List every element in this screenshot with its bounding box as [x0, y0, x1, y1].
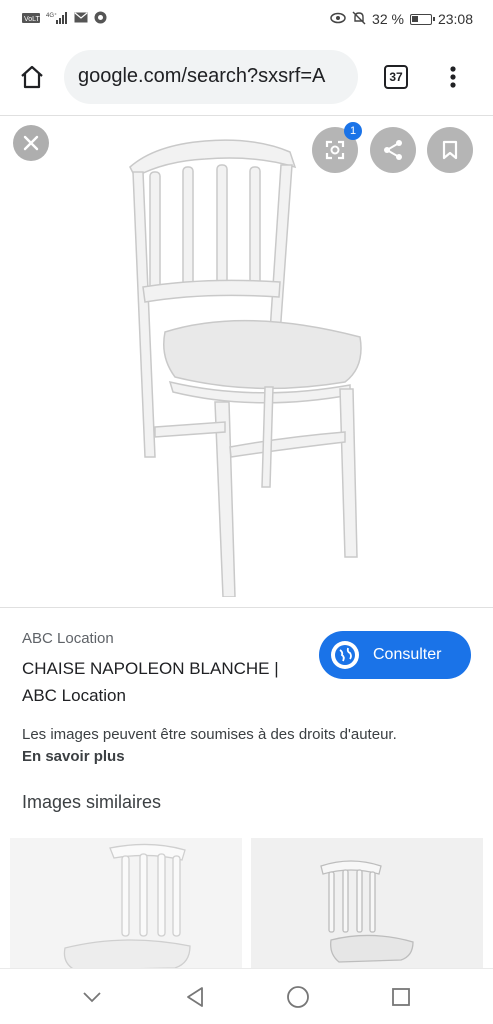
menu-button[interactable] — [428, 45, 478, 109]
vpn-icon — [94, 11, 107, 27]
consult-button[interactable]: Consulter — [319, 631, 471, 679]
image-viewer: 1 — [0, 117, 493, 607]
status-right: 32 % 23:08 — [330, 11, 473, 28]
chair-thumbnail — [63, 843, 191, 970]
svg-text:VoLTE: VoLTE — [24, 16, 40, 23]
system-nav-bar — [0, 968, 493, 1024]
close-button[interactable] — [13, 125, 49, 161]
status-left: VoLTE 4G⁺ — [22, 11, 107, 28]
nav-recents-button[interactable] — [381, 977, 421, 1017]
nav-home-button[interactable] — [278, 977, 318, 1017]
home-circle-icon — [287, 985, 310, 1008]
share-icon — [384, 140, 402, 160]
share-button[interactable] — [370, 127, 416, 173]
url-bar[interactable]: google.com/search?sxsrf=A — [64, 49, 358, 104]
volte-icon: VoLTE — [22, 12, 45, 26]
recents-square-icon — [392, 987, 411, 1006]
chevron-down-icon — [82, 991, 101, 1002]
signal-icon: 4G⁺ — [46, 11, 68, 28]
copyright-text: Les images peuvent être soumises à des d… — [22, 726, 397, 743]
bookmark-icon — [442, 140, 458, 160]
lens-icon — [325, 140, 345, 160]
svg-text:4G⁺: 4G⁺ — [46, 12, 57, 19]
nav-collapse-button[interactable] — [72, 977, 112, 1017]
tab-count: 37 — [384, 64, 408, 89]
learn-more-link[interactable]: En savoir plus — [22, 746, 472, 768]
similar-images-heading: Images similaires — [22, 792, 162, 812]
url-text: google.com/search?sxsrf=A — [78, 65, 326, 87]
home-button[interactable] — [0, 45, 64, 109]
mail-icon — [74, 12, 88, 26]
battery-percent: 32 % — [372, 11, 404, 27]
chair-image[interactable] — [95, 127, 395, 597]
battery-icon — [409, 13, 435, 25]
browser-toolbar: google.com/search?sxsrf=A 37 — [0, 38, 493, 116]
globe-icon — [331, 641, 359, 669]
back-triangle-icon — [186, 986, 203, 1007]
nav-back-button[interactable] — [175, 977, 215, 1017]
lens-button[interactable]: 1 — [312, 122, 362, 173]
lens-badge: 1 — [344, 122, 362, 140]
tabs-button[interactable]: 37 — [364, 45, 428, 109]
divider — [0, 607, 493, 608]
mute-bell-icon — [352, 11, 366, 28]
similar-image-1[interactable] — [10, 838, 242, 970]
consult-label: Consulter — [373, 646, 442, 663]
chair-thumbnail — [320, 860, 414, 963]
save-button[interactable] — [427, 127, 473, 173]
status-bar: VoLTE 4G⁺ 32 % 23:08 — [0, 0, 493, 38]
eye-comfort-icon — [330, 12, 346, 27]
similar-image-2[interactable] — [251, 838, 483, 970]
more-vert-icon — [450, 65, 456, 88]
close-icon — [23, 135, 39, 151]
result-title[interactable]: CHAISE NAPOLEON BLANCHE | ABC Location — [22, 655, 312, 709]
clock: 23:08 — [437, 11, 473, 27]
home-icon — [21, 65, 43, 88]
copyright-notice: Les images peuvent être soumises à des d… — [22, 724, 472, 768]
